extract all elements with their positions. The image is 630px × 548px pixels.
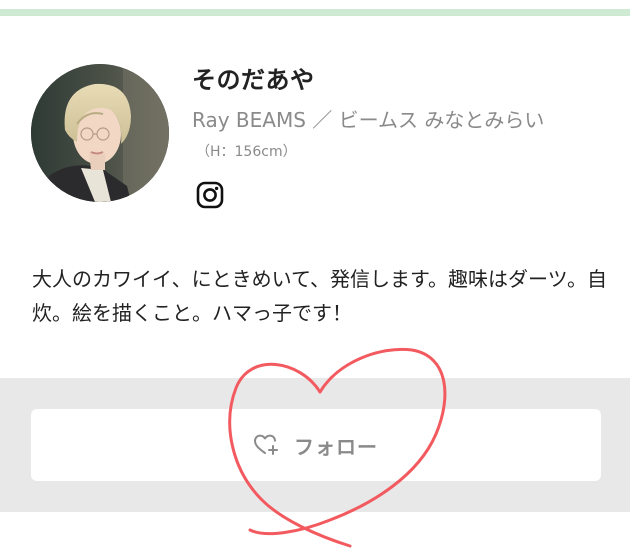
follow-label: フォロー bbox=[294, 434, 378, 459]
bottom-spacer bbox=[0, 512, 630, 548]
follow-section: フォロー bbox=[0, 378, 630, 512]
avatar bbox=[31, 64, 169, 202]
instagram-icon[interactable] bbox=[196, 181, 224, 209]
staff-profile-page: そのだあや Ray BEAMS ／ ビームス みなとみらい （H：156cm） … bbox=[0, 0, 630, 548]
heart-plus-icon bbox=[254, 434, 280, 456]
shop-name: Ray BEAMS ／ ビームス みなとみらい bbox=[192, 108, 545, 132]
profile-card: そのだあや Ray BEAMS ／ ビームス みなとみらい （H：156cm） … bbox=[0, 16, 630, 378]
follow-button[interactable]: フォロー bbox=[31, 409, 601, 481]
staff-bio: 大人のカワイイ、にときめいて、発信します。趣味はダーツ。自炊。絵を描くこと。ハマ… bbox=[32, 267, 607, 325]
staff-height: （H：156cm） bbox=[196, 144, 297, 160]
staff-name: そのだあや bbox=[192, 66, 315, 94]
top-accent-bar bbox=[0, 9, 630, 16]
